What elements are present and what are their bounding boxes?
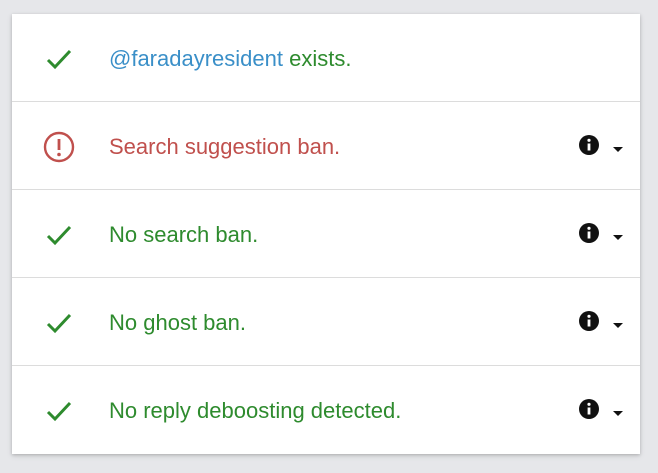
- result-text: No search ban.: [109, 222, 259, 247]
- info-icon: [578, 310, 600, 332]
- info-dropdown-toggle[interactable]: [578, 134, 628, 158]
- result-row-search-ban: No search ban.: [12, 190, 640, 278]
- result-text: No ghost ban.: [109, 310, 246, 335]
- info-icon: [578, 398, 600, 420]
- ban-check-results-card: @faradayresident exists. Search suggesti…: [12, 14, 640, 454]
- result-row-search-suggestion-ban: Search suggestion ban.: [12, 102, 640, 190]
- info-dropdown-toggle[interactable]: [578, 398, 628, 422]
- result-text: Search suggestion ban.: [109, 134, 341, 159]
- result-text: @faradayresident exists.: [109, 46, 352, 71]
- check-icon: [42, 306, 76, 340]
- check-icon: [42, 42, 76, 76]
- account-handle[interactable]: @faradayresident: [109, 46, 283, 71]
- info-dropdown-toggle[interactable]: [578, 310, 628, 334]
- caret-down-icon: [613, 141, 623, 152]
- result-row-ghost-ban: No ghost ban.: [12, 278, 640, 366]
- caret-down-icon: [613, 405, 623, 416]
- result-row-reply-deboosting: No reply deboosting detected.: [12, 366, 640, 454]
- result-row-account-exists: @faradayresident exists.: [12, 14, 640, 102]
- caret-down-icon: [613, 229, 623, 240]
- result-text: No reply deboosting detected.: [109, 398, 402, 423]
- info-dropdown-toggle[interactable]: [578, 222, 628, 246]
- check-icon: [42, 218, 76, 252]
- info-icon: [578, 134, 600, 156]
- caret-down-icon: [613, 317, 623, 328]
- info-icon: [578, 222, 600, 244]
- check-icon: [42, 394, 76, 428]
- alert-circle-icon: [42, 130, 76, 164]
